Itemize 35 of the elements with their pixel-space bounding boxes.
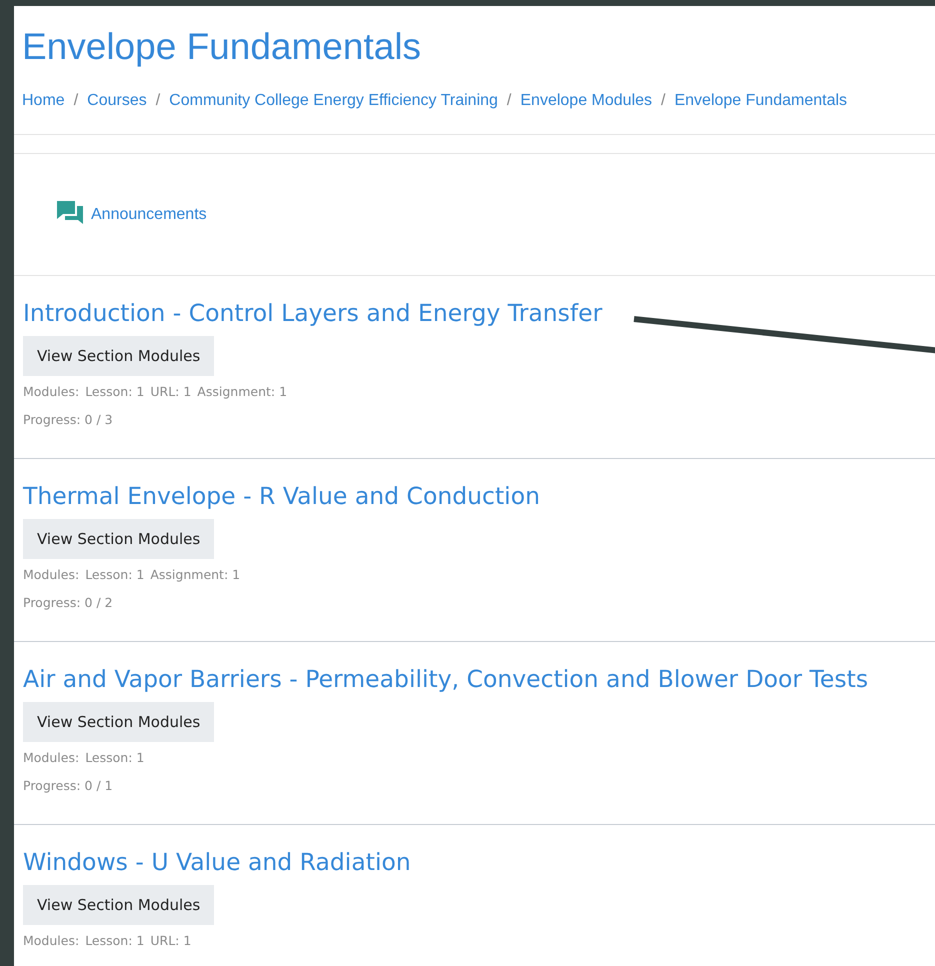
module-count: URL: 1	[150, 384, 192, 400]
breadcrumb-link[interactable]: Envelope Fundamentals	[674, 92, 848, 134]
breadcrumb-link[interactable]: Community College Energy Efficiency Training	[169, 92, 498, 134]
section-title-link[interactable]: Windows - U Value and Radiation	[23, 845, 411, 879]
breadcrumb-separator: /	[74, 92, 78, 111]
view-section-modules-button[interactable]: View Section Modules	[23, 336, 214, 376]
module-count: Assignment: 1	[197, 384, 288, 400]
section-title-link[interactable]: Air and Vapor Barriers - Permeability, Convection and Blower Door Tests	[23, 662, 868, 696]
module-count: URL: 1	[150, 933, 192, 949]
announcements-link[interactable]: Announcements	[91, 206, 207, 224]
breadcrumb-link[interactable]: Envelope Modules	[520, 92, 652, 134]
modules-label: Modules:	[23, 384, 80, 400]
breadcrumb-separator: /	[506, 92, 512, 111]
module-count: Assignment: 1	[150, 567, 240, 583]
progress-text: Progress: 0 / 3	[23, 412, 114, 428]
module-count: Lesson: 1	[85, 933, 144, 949]
breadcrumb-separator: /	[156, 92, 160, 111]
modules-label: Modules:	[23, 567, 80, 583]
breadcrumb-separator: /	[661, 92, 666, 111]
view-section-modules-button[interactable]: View Section Modules	[23, 885, 214, 925]
view-section-modules-button[interactable]: View Section Modules	[23, 702, 214, 742]
breadcrumb-link[interactable]: Courses	[87, 92, 147, 134]
module-count: Lesson: 1	[85, 750, 144, 766]
chat-bubbles-icon	[56, 200, 84, 226]
modules-label: Modules:	[23, 750, 80, 766]
section-title-link[interactable]: Thermal Envelope - R Value and Conduction	[23, 479, 540, 513]
module-count: Lesson: 1	[85, 567, 144, 583]
module-count: Lesson: 1	[85, 384, 144, 400]
page-title: Envelope Fundamentals	[22, 25, 422, 69]
breadcrumb-link[interactable]: Home	[22, 92, 65, 134]
section-title-link[interactable]: Introduction - Control Layers and Energy Transfer	[23, 296, 602, 330]
progress-text: Progress: 0 / 1	[23, 778, 114, 794]
progress-text: Progress: 0 / 2	[23, 595, 114, 611]
modules-label: Modules:	[23, 933, 80, 949]
view-section-modules-button[interactable]: View Section Modules	[23, 519, 214, 559]
